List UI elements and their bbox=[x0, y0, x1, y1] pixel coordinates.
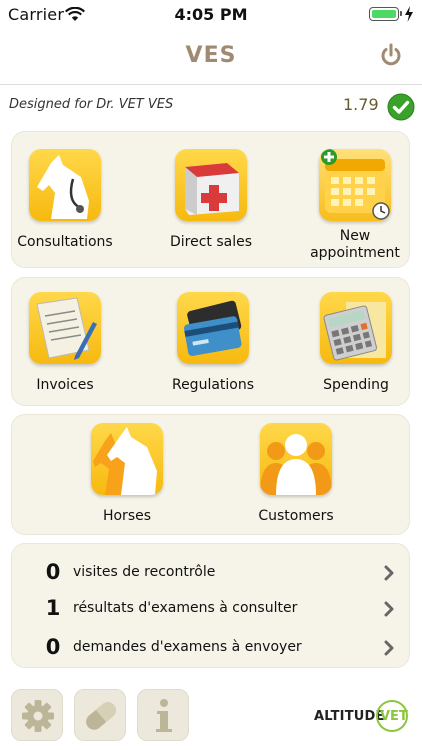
pill-icon bbox=[86, 702, 116, 730]
item-count: 0 bbox=[45, 560, 61, 584]
battery-icon bbox=[369, 7, 402, 21]
status-bar: Carrier 4:05 PM bbox=[0, 0, 422, 30]
item-label: résultats d'examens à consulter bbox=[73, 600, 298, 616]
summary-panel: 0 visites de recontrôle 1 résultats d'ex… bbox=[11, 543, 410, 668]
version-label: 1.79 bbox=[343, 95, 379, 114]
horse-stethoscope-icon bbox=[29, 149, 101, 221]
horses-label: Horses bbox=[102, 508, 152, 524]
check-circle-icon bbox=[387, 93, 415, 121]
gear-icon bbox=[22, 700, 54, 732]
spending-tile[interactable]: Spending bbox=[296, 292, 416, 394]
designed-for-label: Designed for Dr. VET VES bbox=[9, 97, 174, 112]
finance-panel: Invoices Regulations Spending bbox=[11, 277, 410, 406]
consultations-tile[interactable]: Consultations bbox=[5, 149, 125, 251]
new-appointment-label: New appointment bbox=[310, 228, 400, 261]
calendar-add-icon bbox=[319, 149, 391, 221]
horses-tile[interactable]: Horses bbox=[67, 423, 187, 525]
info-icon bbox=[156, 699, 172, 732]
invoice-document-icon bbox=[29, 292, 101, 364]
customers-icon bbox=[260, 423, 332, 495]
consultations-label: Consultations bbox=[17, 234, 113, 250]
invoices-label: Invoices bbox=[36, 377, 94, 393]
list-item[interactable]: 0 visites de recontrôle bbox=[12, 554, 411, 592]
info-button[interactable] bbox=[137, 689, 189, 741]
direct-sales-label: Direct sales bbox=[169, 234, 253, 250]
invoices-tile[interactable]: Invoices bbox=[5, 292, 125, 394]
chevron-right-icon bbox=[384, 640, 394, 656]
regulations-label: Regulations bbox=[171, 377, 255, 393]
power-icon[interactable] bbox=[378, 42, 404, 68]
status-time: 4:05 PM bbox=[174, 5, 248, 24]
chevron-right-icon bbox=[384, 601, 394, 617]
settings-button[interactable] bbox=[11, 689, 63, 741]
item-label: visites de recontrôle bbox=[73, 564, 216, 580]
page-title: VES bbox=[185, 43, 237, 68]
customers-tile[interactable]: Customers bbox=[236, 423, 356, 525]
first-aid-kit-icon bbox=[175, 149, 247, 221]
direct-sales-tile[interactable]: Direct sales bbox=[151, 149, 271, 251]
pills-button[interactable] bbox=[74, 689, 126, 741]
chevron-right-icon bbox=[384, 565, 394, 581]
item-label: demandes d'examens à envoyer bbox=[73, 639, 302, 655]
new-appointment-tile[interactable]: New appointment bbox=[295, 149, 415, 262]
info-bar: Designed for Dr. VET VES 1.79 bbox=[0, 86, 422, 124]
records-panel: Horses Customers bbox=[11, 414, 410, 535]
item-count: 0 bbox=[45, 635, 61, 659]
list-item[interactable]: 1 résultats d'examens à consulter bbox=[12, 590, 411, 628]
customers-label: Customers bbox=[258, 508, 334, 524]
charging-bolt-icon bbox=[405, 6, 413, 22]
list-item[interactable]: 0 demandes d'examens à envoyer bbox=[12, 629, 411, 667]
calculator-icon bbox=[320, 292, 392, 364]
navigation-bar: VES bbox=[0, 30, 422, 85]
brand-right-text: VET bbox=[380, 709, 408, 724]
regulations-tile[interactable]: Regulations bbox=[153, 292, 273, 394]
item-count: 1 bbox=[45, 596, 61, 620]
brand-left-text: ALTITUDE bbox=[314, 709, 385, 724]
credit-cards-icon bbox=[177, 292, 249, 364]
spending-label: Spending bbox=[323, 377, 389, 393]
main-actions-panel: Consultations Direct sales New appointme… bbox=[11, 131, 410, 268]
horses-icon bbox=[91, 423, 163, 495]
